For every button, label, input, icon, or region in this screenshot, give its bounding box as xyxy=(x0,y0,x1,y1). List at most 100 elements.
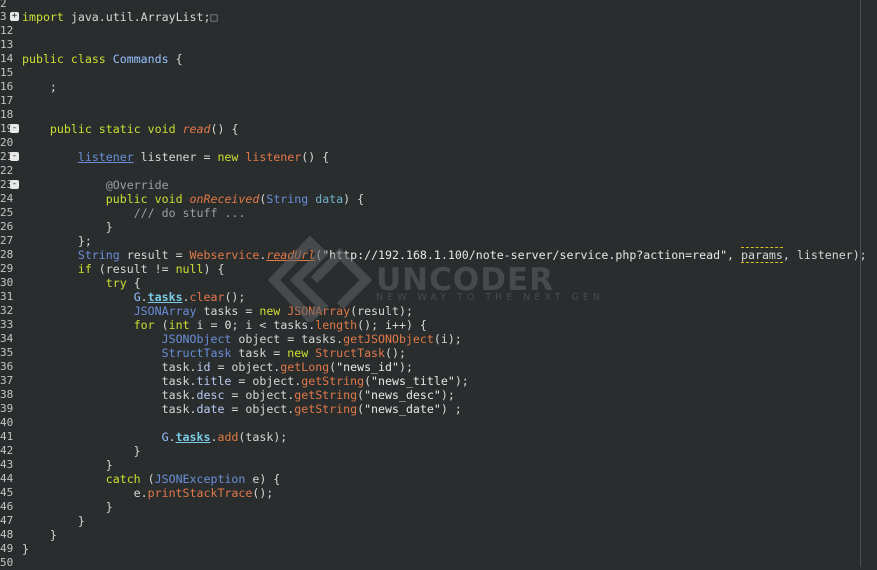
code-token: getString xyxy=(294,402,358,416)
code-token: int xyxy=(168,318,190,332)
folded-block-icon[interactable]: □ xyxy=(210,10,217,24)
line-number: 25 xyxy=(0,206,14,219)
line-number: 29 xyxy=(0,262,14,275)
code-token: listener xyxy=(77,150,134,164)
code-line[interactable]: try { xyxy=(22,276,141,290)
code-line[interactable]: public static void read() { xyxy=(22,122,239,136)
code-token: Commands xyxy=(112,52,169,66)
fold-collapse-icon[interactable]: - xyxy=(10,124,19,133)
code-token: date xyxy=(196,402,225,416)
code-line[interactable]: } xyxy=(22,220,113,234)
code-line[interactable]: } xyxy=(22,542,29,556)
fold-collapse-icon[interactable]: - xyxy=(10,180,19,189)
code-line[interactable]: import java.util.ArrayList;□ xyxy=(22,10,217,24)
code-token: onReceived xyxy=(189,192,260,206)
code-line[interactable]: StructTask task = new StructTask(); xyxy=(22,346,406,360)
code-line[interactable]: } xyxy=(22,514,85,528)
line-number: 48 xyxy=(0,528,14,541)
code-token: = object. xyxy=(224,402,295,416)
line-number: 31 xyxy=(0,290,14,303)
code-token: JSONException xyxy=(154,472,246,486)
line-number: 12 xyxy=(0,24,14,37)
code-token: task. xyxy=(22,360,197,374)
code-token: = object. xyxy=(224,388,295,402)
code-line[interactable]: if (result != null) { xyxy=(22,262,225,276)
fold-expand-icon[interactable]: + xyxy=(10,12,19,21)
code-token: . xyxy=(168,430,176,444)
code-token: } xyxy=(22,514,85,528)
line-number: 33 xyxy=(0,318,14,331)
fold-collapse-icon[interactable]: - xyxy=(10,152,19,161)
code-line[interactable]: e.printStackTrace(); xyxy=(22,486,274,500)
code-token: , xyxy=(727,248,742,262)
code-line[interactable]: catch (JSONException e) { xyxy=(22,472,281,486)
code-token: task. xyxy=(22,402,197,416)
code-line[interactable]: G.tasks.add(task); xyxy=(22,430,288,444)
code-line[interactable]: JSONObject object = tasks.getJSONObject(… xyxy=(22,332,462,346)
code-token: , listener); xyxy=(782,248,867,262)
line-number: 47 xyxy=(0,514,14,527)
code-token: { xyxy=(126,276,141,290)
watermark-tagline: NEW WAY TO THE NEXT GEN xyxy=(376,292,604,303)
code-line[interactable]: } xyxy=(22,444,141,458)
code-token: } xyxy=(22,220,113,234)
code-line[interactable]: /// do stuff ... xyxy=(22,206,246,220)
code-line[interactable]: } xyxy=(22,458,113,472)
line-number: 43 xyxy=(0,458,14,471)
line-number: 40 xyxy=(0,416,14,429)
code-token: ); xyxy=(454,374,469,388)
code-token: static xyxy=(98,122,141,136)
code-line[interactable]: ; xyxy=(22,80,57,94)
code-token: { xyxy=(168,52,183,66)
line-number: 34 xyxy=(0,332,14,345)
code-token: for xyxy=(133,318,155,332)
line-number: 38 xyxy=(0,388,14,401)
code-line[interactable]: task.date = object.getString("news_date"… xyxy=(22,402,462,416)
code-token: listener xyxy=(245,150,302,164)
code-line[interactable]: } xyxy=(22,528,57,542)
code-token: ( xyxy=(364,374,372,388)
code-line[interactable]: }; xyxy=(22,234,92,248)
code-token: = object. xyxy=(210,360,281,374)
code-token: try xyxy=(105,276,127,290)
code-token: tasks xyxy=(175,430,211,444)
code-token: ); xyxy=(440,388,455,402)
code-token: ; xyxy=(22,80,57,94)
code-line[interactable]: task.title = object.getString("news_titl… xyxy=(22,374,469,388)
code-line[interactable]: public class Commands { xyxy=(22,52,183,66)
code-token: new xyxy=(217,150,239,164)
line-number: 18 xyxy=(0,108,14,121)
code-line[interactable]: G.tasks.clear(); xyxy=(22,290,246,304)
code-token: void xyxy=(154,192,183,206)
line-number: 37 xyxy=(0,374,14,387)
code-token: tasks xyxy=(147,290,183,304)
code-editor[interactable]: 2 3 12 13 14 15 16 17 18 19 20 21 22 23 24 25 26 27 28 29 30… xyxy=(0,0,877,569)
code-line[interactable]: task.id = object.getLong("news_id"); xyxy=(22,360,413,374)
line-number: 26 xyxy=(0,220,14,233)
print-margin-line xyxy=(860,0,861,567)
code-token: ); xyxy=(398,360,413,374)
code-line[interactable]: task.desc = object.getString("news_desc"… xyxy=(22,388,455,402)
code-line[interactable]: } xyxy=(22,500,113,514)
line-number: 22 xyxy=(0,164,14,177)
code-line[interactable]: public void onReceived(String data) { xyxy=(22,192,364,206)
code-token: getString xyxy=(301,374,365,388)
line-number: 44 xyxy=(0,472,14,485)
line-number: 20 xyxy=(0,136,14,149)
code-line[interactable]: listener listener = new listener() { xyxy=(22,150,329,164)
code-line[interactable]: @Override xyxy=(22,178,169,192)
code-token: String xyxy=(266,192,309,206)
line-number: 46 xyxy=(0,500,14,513)
code-token: java.util.ArrayList; xyxy=(63,10,211,24)
